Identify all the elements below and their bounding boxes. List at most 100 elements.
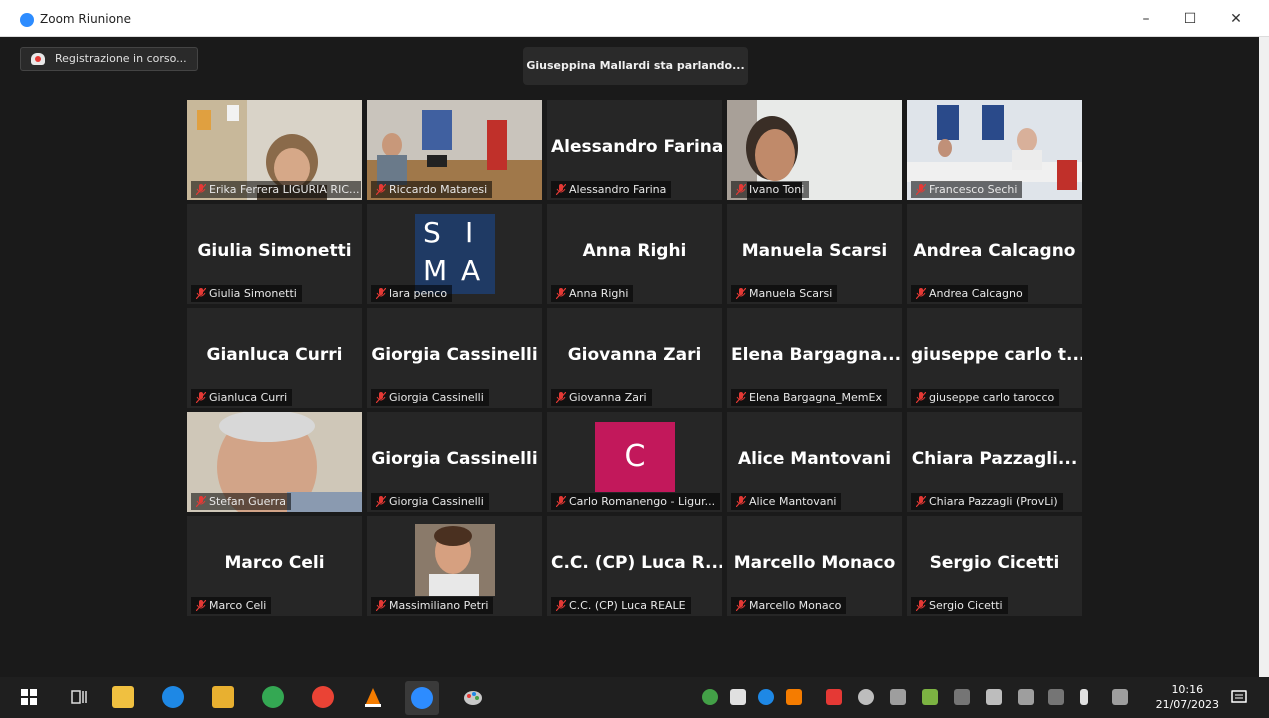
muted-microphone-icon [196, 288, 206, 299]
muted-microphone-icon [916, 288, 926, 299]
tray-update-icon[interactable] [922, 689, 938, 705]
participant-tile[interactable]: Stefan Guerra [187, 412, 362, 512]
participant-display-name: Sergio Cicetti [929, 553, 1060, 573]
tray-network-icon[interactable] [890, 689, 906, 705]
participant-tile[interactable]: Francesco Sechi [907, 100, 1082, 200]
system-clock[interactable]: 10:16 21/07/2023 [1156, 682, 1219, 712]
participant-tile[interactable]: Giovanna Zari Giovanna Zari [547, 308, 722, 408]
window-titlebar: Zoom Riunione – ☐ ✕ [0, 0, 1269, 37]
zoom-taskbar-button[interactable] [405, 681, 439, 715]
task-view-icon[interactable] [68, 686, 90, 708]
participant-name-label: Giorgia Cassinelli [371, 493, 489, 510]
vertical-scrollbar[interactable] [1259, 37, 1269, 677]
recording-label: Registrazione in corso... [55, 52, 187, 65]
tray-vlc-icon[interactable] [786, 689, 802, 705]
participant-tile[interactable]: C.C. (CP) Luca R... C.C. (CP) Luca REALE [547, 516, 722, 616]
muted-microphone-icon [736, 288, 746, 299]
tray-calendar-icon[interactable] [826, 689, 842, 705]
edge-icon[interactable] [162, 686, 184, 708]
store-icon[interactable] [112, 686, 134, 708]
participant-tile[interactable]: Erika Ferrera LIGURIA RIC... [187, 100, 362, 200]
muted-microphone-icon [196, 184, 206, 195]
keyboard-icon[interactable] [986, 689, 1002, 705]
participant-tile[interactable]: C Carlo Romanengo - Ligur... [547, 412, 722, 512]
display-icon[interactable] [1018, 689, 1034, 705]
muted-microphone-icon [916, 184, 926, 195]
participant-name-label: Elena Bargagna_MemEx [731, 389, 887, 406]
minimize-button[interactable]: – [1126, 8, 1166, 30]
participant-tile[interactable]: Sergio Cicetti Sergio Cicetti [907, 516, 1082, 616]
muted-microphone-icon [736, 496, 746, 507]
participant-name-label: Alessandro Farina [551, 181, 672, 198]
participant-display-name: Alessandro Farina [551, 137, 722, 157]
participant-tile[interactable]: Massimiliano Petri [367, 516, 542, 616]
pen-icon[interactable] [1112, 689, 1128, 705]
tray-app-icon[interactable] [730, 689, 746, 705]
muted-microphone-icon [556, 496, 566, 507]
participant-tile[interactable]: Gianluca Curri Gianluca Curri [187, 308, 362, 408]
participant-name-label: Giorgia Cassinelli [371, 389, 489, 406]
participant-display-name: giuseppe carlo t... [911, 345, 1082, 365]
muted-microphone-icon [556, 288, 566, 299]
zoom-logo-icon [20, 13, 34, 27]
usb-icon[interactable] [1080, 689, 1088, 705]
participant-tile[interactable]: Riccardo Mataresi [367, 100, 542, 200]
volume-icon[interactable] [1048, 689, 1064, 705]
participant-name-label: Anna Righi [551, 285, 634, 302]
participant-tile[interactable]: giuseppe carlo t... giuseppe carlo taroc… [907, 308, 1082, 408]
muted-microphone-icon [916, 600, 926, 611]
muted-microphone-icon [376, 600, 386, 611]
participant-tile[interactable]: Alessandro Farina Alessandro Farina [547, 100, 722, 200]
recording-indicator[interactable]: Registrazione in corso... [20, 47, 198, 71]
muted-microphone-icon [736, 600, 746, 611]
file-explorer-icon[interactable] [212, 686, 234, 708]
participant-display-name: Marcello Monaco [733, 553, 896, 573]
chrome-icon[interactable] [262, 686, 284, 708]
participant-tile[interactable]: Elena Bargagna... Elena Bargagna_MemEx [727, 308, 902, 408]
participant-tile[interactable]: Chiara Pazzagli... Chiara Pazzagli (Prov… [907, 412, 1082, 512]
muted-microphone-icon [196, 600, 206, 611]
participant-name-label: giuseppe carlo tarocco [911, 389, 1060, 406]
muted-microphone-icon [916, 392, 926, 403]
participant-name-label: Francesco Sechi [911, 181, 1023, 198]
participant-tile[interactable]: Anna Righi Anna Righi [547, 204, 722, 304]
clock-date: 21/07/2023 [1155, 698, 1219, 711]
participant-tile[interactable]: Manuela Scarsi Manuela Scarsi [727, 204, 902, 304]
participant-tile[interactable]: Giulia Simonetti Giulia Simonetti [187, 204, 362, 304]
tray-security-icon[interactable] [702, 689, 718, 705]
participant-tile[interactable]: Marco Celi Marco Celi [187, 516, 362, 616]
participant-display-name: Giorgia Cassinelli [371, 449, 538, 469]
wifi-icon[interactable] [954, 689, 970, 705]
participant-tile[interactable]: Alice Mantovani Alice Mantovani [727, 412, 902, 512]
participant-tile[interactable]: Marcello Monaco Marcello Monaco [727, 516, 902, 616]
chrome-profile-icon[interactable] [312, 686, 334, 708]
active-speaker-banner: Giuseppina Mallardi sta parlando... [523, 47, 748, 85]
participant-display-name: Andrea Calcagno [913, 241, 1076, 261]
participant-name-label: Giulia Simonetti [191, 285, 302, 302]
paint-icon[interactable] [462, 686, 484, 708]
participant-tile[interactable]: S I M A lara penco [367, 204, 542, 304]
muted-microphone-icon [736, 184, 746, 195]
sima-logo: S I M A [415, 214, 495, 294]
vlc-icon[interactable] [362, 686, 384, 708]
participant-display-name: Giorgia Cassinelli [371, 345, 538, 365]
windows-start-icon[interactable] [18, 686, 40, 708]
participant-tile[interactable]: Ivano Toni [727, 100, 902, 200]
notifications-icon[interactable] [1231, 689, 1247, 705]
tray-cloud-icon[interactable] [758, 689, 774, 705]
participant-tile[interactable]: Giorgia Cassinelli Giorgia Cassinelli [367, 412, 542, 512]
participant-display-name: Elena Bargagna... [731, 345, 902, 365]
maximize-button[interactable]: ☐ [1170, 8, 1210, 30]
participant-name-label: Marco Celi [191, 597, 272, 614]
participant-name-label: Ivano Toni [731, 181, 810, 198]
participant-display-name: Alice Mantovani [737, 449, 892, 469]
muted-microphone-icon [196, 496, 206, 507]
participant-display-name: Manuela Scarsi [741, 241, 888, 261]
participant-name-label: C.C. (CP) Luca REALE [551, 597, 691, 614]
participant-display-name: Marco Celi [224, 553, 325, 573]
close-button[interactable]: ✕ [1216, 8, 1256, 30]
tray-settings-icon[interactable] [858, 689, 874, 705]
participant-tile[interactable]: Andrea Calcagno Andrea Calcagno [907, 204, 1082, 304]
participant-tile[interactable]: Giorgia Cassinelli Giorgia Cassinelli [367, 308, 542, 408]
cloud-record-icon [31, 53, 45, 65]
